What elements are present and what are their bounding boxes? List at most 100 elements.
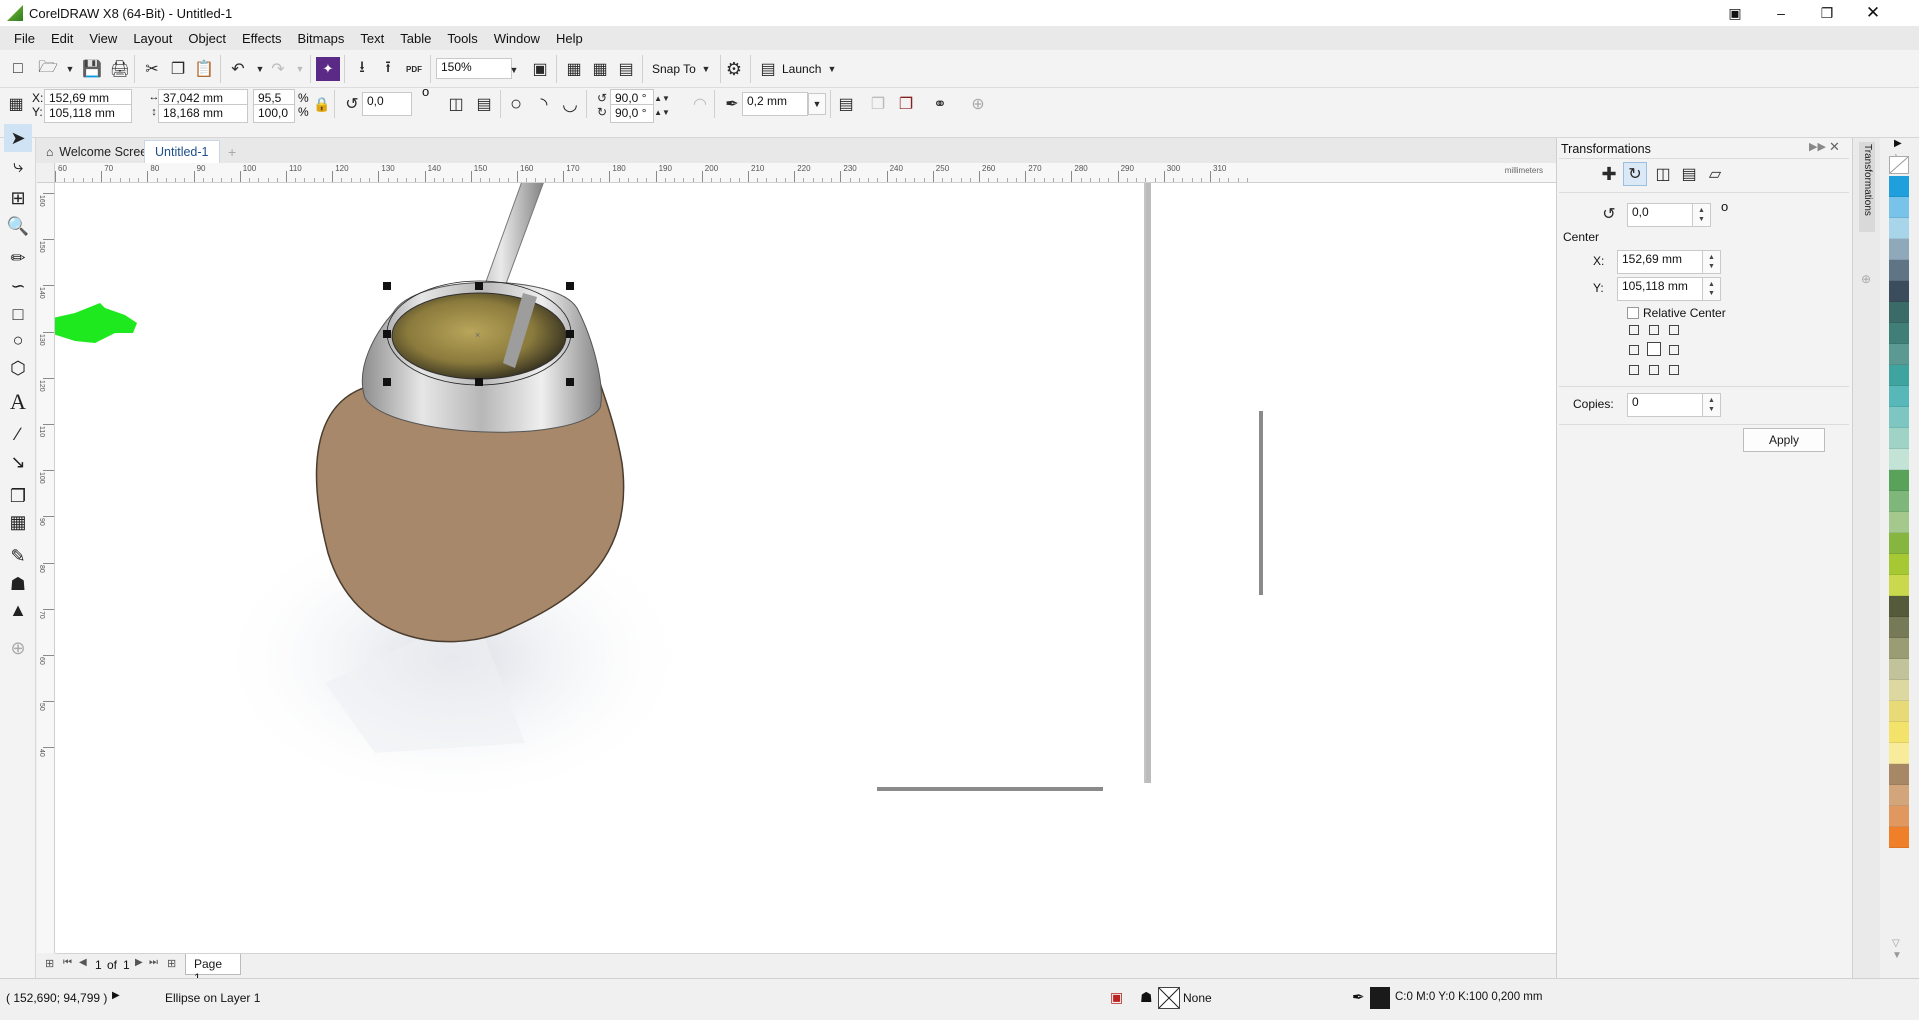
color-swatch[interactable] [1889, 785, 1909, 806]
add-toolbar-item-icon[interactable]: ⊕ [966, 92, 990, 116]
color-swatch[interactable] [1889, 344, 1909, 365]
color-swatch[interactable] [1889, 386, 1909, 407]
interactive-fill-tool-icon[interactable]: ☗ [4, 570, 32, 598]
copies-spinner[interactable]: ▲ ▼ [1703, 393, 1721, 417]
color-swatch[interactable] [1889, 512, 1909, 533]
center-y-field[interactable]: 105,118 mm [1617, 277, 1703, 301]
selection-handle[interactable] [383, 378, 391, 386]
cut-icon[interactable]: ✂ [140, 57, 164, 81]
anchor-bottom-left[interactable] [1629, 365, 1639, 375]
undo-icon[interactable]: ↶ [226, 57, 250, 81]
color-swatch[interactable] [1889, 302, 1909, 323]
menu-edit[interactable]: Edit [43, 31, 81, 46]
snap-dropdown-icon[interactable]: ▼ [694, 57, 718, 81]
docker-rotation-field[interactable]: 0,0 [1627, 203, 1693, 227]
skew-transform-icon[interactable]: ▱ [1703, 162, 1727, 186]
page-tab[interactable]: Page 1 [185, 954, 241, 985]
snap-to-button[interactable]: Snap To [652, 62, 696, 76]
add-page-before-icon[interactable]: ⊞ [45, 957, 54, 970]
add-tool-icon[interactable]: ⊕ [4, 634, 32, 662]
selection-handle[interactable] [566, 282, 574, 290]
menu-bitmaps[interactable]: Bitmaps [289, 31, 352, 46]
rectangle-tool-icon[interactable]: □ [4, 300, 32, 328]
crop-tool-icon[interactable]: ⊞ [4, 184, 32, 212]
save-icon[interactable]: 💾 [80, 57, 104, 81]
redo-icon[interactable]: ↷ [266, 57, 290, 81]
fill-bucket-icon[interactable]: ☗ [1140, 989, 1153, 1006]
ruler-origin[interactable] [37, 163, 55, 183]
pick-tool-icon[interactable]: ➤ [4, 124, 32, 152]
paste-icon[interactable]: 📋 [192, 57, 216, 81]
color-swatch[interactable] [1889, 617, 1909, 638]
color-swatch[interactable] [1889, 575, 1909, 596]
pie-mode-icon[interactable]: ◝ [532, 92, 556, 116]
menu-table[interactable]: Table [392, 31, 439, 46]
menu-layout[interactable]: Layout [125, 31, 180, 46]
color-eyedropper-tool-icon[interactable]: ✎ [4, 542, 32, 570]
anchor-bottom-center[interactable] [1649, 365, 1659, 375]
color-swatch[interactable] [1889, 701, 1909, 722]
change-direction-icon[interactable]: ◠ [688, 92, 712, 116]
print-icon[interactable]: 🖨 [108, 57, 132, 81]
mirror-horizontal-icon[interactable]: ◫ [444, 92, 468, 116]
minimize-button[interactable]: – [1758, 0, 1804, 26]
selection-handle[interactable] [475, 378, 483, 386]
zoom-level-combo[interactable]: 150% [436, 58, 512, 79]
menu-window[interactable]: Window [486, 31, 548, 46]
rotate-transform-icon[interactable]: ↻ [1623, 162, 1647, 186]
docker-expand-icon[interactable]: ▶▶ [1809, 140, 1826, 153]
color-swatch[interactable] [1889, 323, 1909, 344]
color-swatch[interactable] [1889, 764, 1909, 785]
palette-flyout-icon[interactable]: ▶ [1894, 138, 1902, 149]
color-swatch[interactable] [1889, 491, 1909, 512]
new-document-icon[interactable]: □ [6, 57, 30, 81]
selection-handle[interactable] [383, 282, 391, 290]
transformations-side-tab[interactable]: Transformations [1859, 142, 1875, 232]
menu-file[interactable]: File [6, 31, 43, 46]
center-y-spinner[interactable]: ▲ ▼ [1703, 277, 1721, 301]
outline-pen-icon[interactable]: ✒ [1352, 988, 1365, 1006]
color-swatch[interactable] [1889, 281, 1909, 302]
object-height-field[interactable]: 18,168 mm [158, 104, 248, 123]
freehand-tool-icon[interactable]: ✏ [4, 244, 32, 272]
open-icon[interactable]: 🗁 [36, 57, 60, 81]
publish-pdf-icon[interactable]: PDF [402, 57, 426, 81]
fill-none-swatch[interactable] [1158, 987, 1180, 1009]
outline-width-field[interactable]: 0,2 mm [742, 92, 808, 116]
color-swatch[interactable] [1889, 176, 1909, 197]
color-swatch[interactable] [1889, 470, 1909, 491]
anchor-top-center[interactable] [1649, 325, 1659, 335]
copy-icon[interactable]: ❐ [166, 57, 190, 81]
arc-mode-icon[interactable]: ◡ [558, 92, 582, 116]
options-gear-icon[interactable]: ⚙ [722, 57, 746, 81]
center-x-field[interactable]: 152,69 mm [1617, 250, 1703, 274]
previous-page-icon[interactable]: ◀ [79, 957, 87, 968]
back-minus-front-icon[interactable]: ❐ [866, 92, 890, 116]
color-proofing-icon[interactable]: ▣ [1110, 989, 1123, 1006]
ellipse-tool-icon[interactable]: ○ [4, 326, 32, 354]
size-transform-icon[interactable]: ▤ [1677, 162, 1701, 186]
menu-effects[interactable]: Effects [234, 31, 290, 46]
center-x-spinner[interactable]: ▲ ▼ [1703, 250, 1721, 274]
relative-center-checkbox[interactable] [1627, 307, 1639, 319]
docker-rotation-spinner[interactable]: ▲ ▼ [1693, 203, 1711, 227]
no-color-swatch[interactable] [1889, 156, 1909, 174]
color-swatch[interactable] [1889, 533, 1909, 554]
smart-fill-tool-icon[interactable]: ▲ [4, 596, 32, 624]
transparency-tool-icon[interactable]: ▦ [4, 508, 32, 536]
selection-handle[interactable] [475, 282, 483, 290]
menu-object[interactable]: Object [180, 31, 234, 46]
show-guidelines-icon[interactable]: ▤ [614, 57, 638, 81]
first-page-icon[interactable]: ⏮ [63, 957, 72, 968]
horizontal-ruler[interactable]: 60 70 80 90 100 110 120 130 140 150 160 170 180 190 20… [55, 163, 1557, 183]
close-button[interactable]: ✕ [1850, 0, 1896, 26]
status-expand-icon[interactable]: ▶ [112, 990, 120, 1001]
next-page-icon[interactable]: ▶ [135, 957, 143, 968]
outline-color-swatch[interactable] [1370, 987, 1390, 1009]
end-angle-field[interactable]: 90,0 ° [610, 104, 654, 123]
polygon-tool-icon[interactable]: ⬡ [4, 354, 32, 382]
export-icon[interactable]: ⭱ [376, 57, 400, 81]
connector-tool-icon[interactable]: ↘ [4, 448, 32, 476]
color-swatch[interactable] [1889, 596, 1909, 617]
color-swatch[interactable] [1889, 260, 1909, 281]
